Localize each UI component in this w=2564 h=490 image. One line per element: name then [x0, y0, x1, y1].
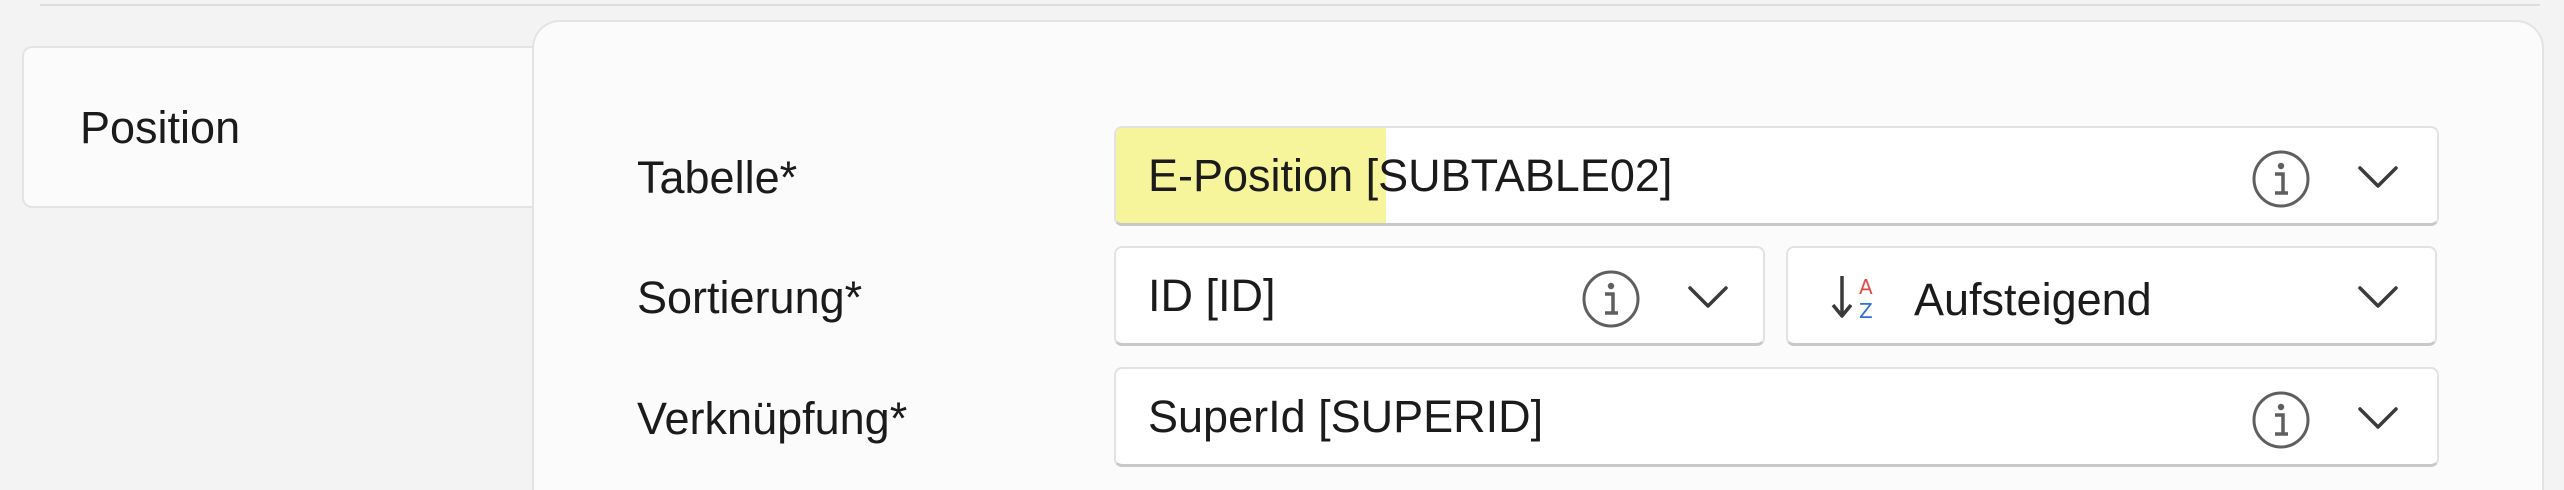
table-dropdown[interactable]: E-Position [SUBTABLE02] — [1114, 126, 2439, 226]
tab-position[interactable]: Position — [22, 46, 582, 208]
table-value-rest: [SUBTABLE02] — [1353, 150, 1673, 201]
table-value-highlight: E-Position — [1148, 150, 1354, 201]
sort-direction-value: Aufsteigend — [1914, 274, 2152, 325]
chevron-down-icon[interactable] — [2356, 282, 2400, 312]
info-icon[interactable] — [2250, 148, 2312, 210]
chevron-down-icon[interactable] — [2356, 162, 2400, 192]
table-value: E-Position [SUBTABLE02] — [1148, 150, 1672, 202]
svg-text:A: A — [1859, 275, 1873, 299]
top-divider — [40, 0, 2540, 6]
sort-field-value: ID [ID] — [1148, 270, 1276, 321]
chevron-down-icon[interactable] — [2356, 403, 2400, 433]
sort-label: Sortierung* — [637, 272, 863, 323]
table-label: Tabelle* — [637, 152, 798, 203]
info-icon[interactable] — [1580, 268, 1642, 330]
tab-position-label: Position — [80, 102, 241, 153]
sort-direction-dropdown[interactable]: A Z Aufsteigend — [1786, 246, 2437, 346]
svg-text:Z: Z — [1859, 299, 1873, 323]
link-dropdown[interactable]: SuperId [SUPERID] — [1114, 367, 2439, 467]
chevron-down-icon[interactable] — [1686, 282, 1730, 312]
sort-ascending-icon: A Z — [1831, 275, 1873, 323]
link-label: Verknüpfung* — [637, 393, 908, 444]
sort-field-dropdown[interactable]: ID [ID] — [1114, 246, 1765, 346]
link-value: SuperId [SUPERID] — [1148, 391, 1544, 442]
info-icon[interactable] — [2250, 389, 2312, 451]
